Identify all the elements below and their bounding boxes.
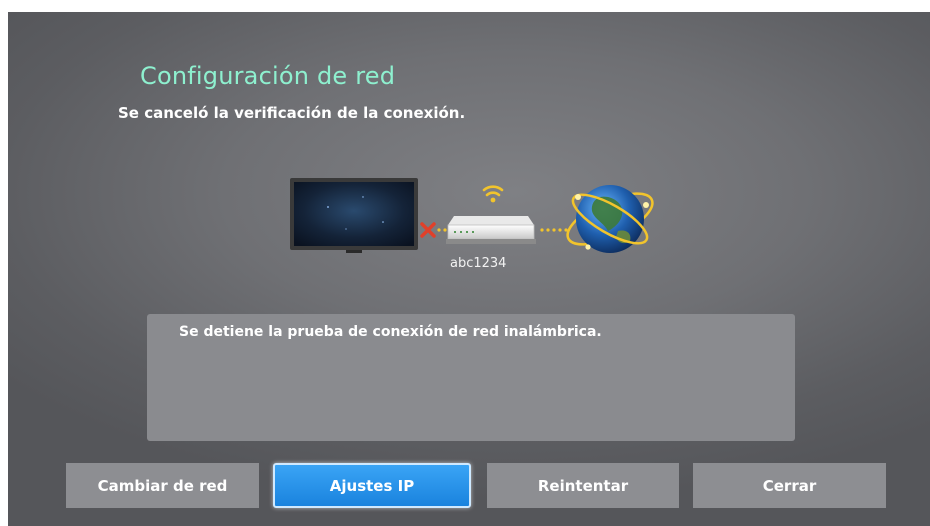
dialog-title: Configuración de red — [140, 62, 396, 90]
router-icon — [446, 216, 536, 244]
globe-icon — [566, 185, 654, 253]
connection-link — [540, 228, 568, 232]
message-text: Se detiene la prueba de conexión de red … — [179, 324, 602, 340]
network-settings-dialog: Configuración de red Se canceló la verif… — [8, 12, 930, 526]
ip-settings-button[interactable]: Ajustes IP — [273, 463, 471, 508]
disconnected-x-icon — [420, 222, 447, 238]
router-name-label: abc1234 — [450, 256, 507, 271]
status-subtitle: Se canceló la verificación de la conexió… — [118, 104, 466, 122]
change-network-button[interactable]: Cambiar de red — [66, 463, 259, 508]
close-button[interactable]: Cerrar — [693, 463, 886, 508]
retry-button[interactable]: Reintentar — [487, 463, 679, 508]
wifi-signal-icon — [482, 185, 504, 203]
message-box: Se detiene la prueba de conexión de red … — [147, 314, 795, 441]
tv-icon — [290, 178, 418, 253]
